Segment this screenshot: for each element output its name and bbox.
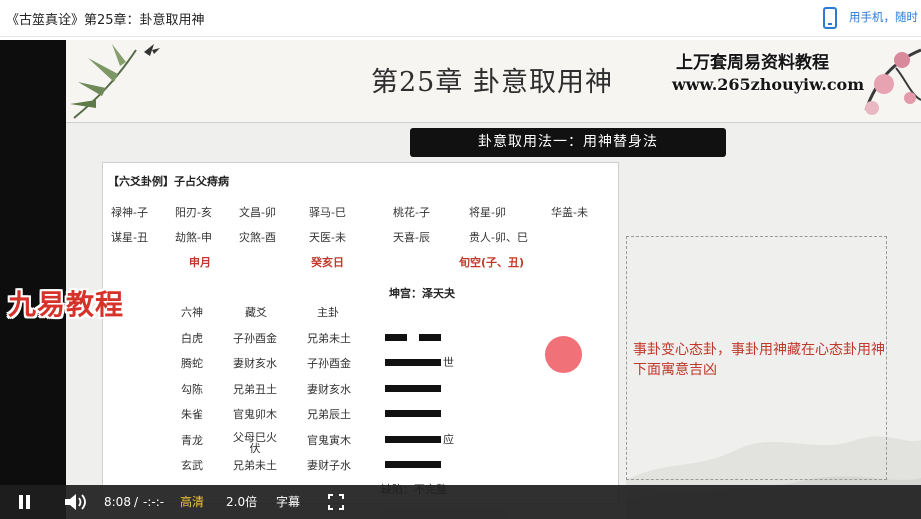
mobile-watch-link[interactable]: 用手机，随时 <box>849 9 921 25</box>
chapter-title: 第25章 卦意取用神 <box>371 67 613 98</box>
shensha-item: 桃花-子 <box>393 206 430 219</box>
speed-button[interactable]: 2.0倍 <box>226 485 257 519</box>
shensha-item: 阳刃-亥 <box>175 206 212 219</box>
shensha-item: 天喜-辰 <box>393 231 430 244</box>
cangyao-cell: 妻财亥水 <box>233 357 277 370</box>
shi-marker: 世 <box>443 356 454 369</box>
bamboo-decoration-icon <box>70 44 160 119</box>
time-separator: / <box>134 495 139 509</box>
cangyao-cell: 子孙酉金 <box>233 332 277 345</box>
liushen-cell: 朱雀 <box>181 408 203 421</box>
duration: -:-:- <box>143 495 165 509</box>
site-slogan: 上万套周易资料教程 <box>676 53 829 73</box>
shensha-item: 文昌-卯 <box>239 206 276 219</box>
shensha-item: 天医-未 <box>309 231 346 244</box>
xunkong: 旬空(子、丑) <box>459 256 525 269</box>
quality-button[interactable]: 高清 <box>180 485 204 519</box>
card-header: 【六爻卦例】子占父痔病 <box>108 175 229 188</box>
mobile-phone-icon[interactable] <box>823 7 837 29</box>
yao-line-yang <box>385 436 441 443</box>
yao-line-yang <box>385 410 441 417</box>
column-header-cangyao: 藏爻 <box>245 306 267 319</box>
palace-hexagram: 坤宫：泽天夬 <box>389 287 455 300</box>
liushen-cell: 勾陈 <box>181 383 203 396</box>
volume-icon[interactable] <box>64 493 86 511</box>
player-controls: 8:08 / -:-:- 高清 2.0倍 字幕 <box>0 485 921 519</box>
teaching-note: 事卦变心态卦，事卦用神藏在心态卦用神下面寓意吉凶 <box>633 342 885 378</box>
day-pillar: 癸亥日 <box>311 256 344 269</box>
shensha-item: 谋星-丑 <box>111 231 148 244</box>
liushen-cell: 青龙 <box>181 434 203 447</box>
liushen-cell: 腾蛇 <box>181 357 203 370</box>
column-header-liushen: 六神 <box>181 306 203 319</box>
cangyao-cell: 官鬼卯木 <box>233 408 277 421</box>
yao-line-yin <box>385 334 441 341</box>
zhugua-cell: 官鬼寅木 <box>307 434 351 447</box>
shensha-item: 禄神-子 <box>111 206 148 219</box>
subtitles-button[interactable]: 字幕 <box>276 485 300 519</box>
fullscreen-icon[interactable] <box>328 494 344 510</box>
top-bar: 《古筮真诠》第25章：卦意取用神 用手机，随时 <box>0 0 921 37</box>
page-title: 《古筮真诠》第25章：卦意取用神 <box>6 13 205 28</box>
cangyao-cell: 兄弟丑土 <box>233 383 277 396</box>
column-header-zhugua: 主卦 <box>317 306 339 319</box>
month-pillar: 申月 <box>189 256 211 269</box>
video-frame: 第25章 卦意取用神 上万套周易资料教程 www.265zhouyiw.com … <box>66 40 921 519</box>
yao-line-yang <box>385 385 441 392</box>
ying-marker: 应 <box>443 433 454 446</box>
shensha-item: 将星-卯 <box>469 206 506 219</box>
shensha-item: 驿马-巳 <box>309 206 346 219</box>
zhugua-cell: 兄弟未土 <box>307 332 351 345</box>
current-time: 8:08 <box>104 495 131 509</box>
watermark-logo: 九易教程 <box>8 288 125 321</box>
pause-icon[interactable] <box>18 495 32 509</box>
hexagram-example-card: 【六爻卦例】子占父痔病 禄神-子 阳刃-亥 文昌-卯 驿马-巳 桃花-子 将星-… <box>102 162 619 504</box>
cangyao-cell: 兄弟未土 <box>233 459 277 472</box>
yao-line-yang <box>385 461 441 468</box>
pointer-dot <box>545 336 582 373</box>
shensha-item: 贵人-卯、巳 <box>469 231 528 244</box>
liushen-cell: 白虎 <box>181 332 203 345</box>
zhugua-cell: 妻财亥水 <box>307 383 351 396</box>
zhugua-cell: 子孙酉金 <box>307 357 351 370</box>
video-player[interactable]: 第25章 卦意取用神 上万套周易资料教程 www.265zhouyiw.com … <box>0 40 921 519</box>
cangyao-cell: 父母巳火 伏 <box>233 431 277 455</box>
header-divider <box>66 122 921 123</box>
zhugua-cell: 兄弟辰土 <box>307 408 351 421</box>
shensha-item: 劫煞-申 <box>175 231 212 244</box>
yao-line-yang <box>385 359 441 366</box>
site-url: www.265zhouyiw.com <box>672 75 865 94</box>
zhugua-cell: 妻财子水 <box>307 459 351 472</box>
method-banner: 卦意取用法一：用神替身法 <box>410 128 726 157</box>
shensha-item: 华盖-未 <box>551 206 588 219</box>
shensha-item: 灾煞-酉 <box>239 231 276 244</box>
liushen-cell: 玄武 <box>181 459 203 472</box>
